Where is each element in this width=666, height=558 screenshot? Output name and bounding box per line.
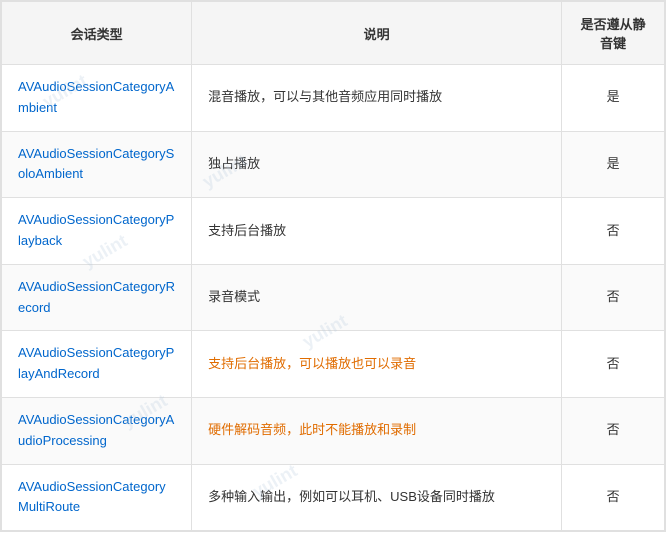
cell-mute: 否 xyxy=(562,264,665,331)
cell-mute: 是 xyxy=(562,65,665,132)
table-row: AVAudioSessionCategoryPlayback支持后台播放否 xyxy=(2,198,665,265)
cell-type: AVAudioSessionCategoryPlayAndRecord xyxy=(2,331,192,398)
table-row: AVAudioSessionCategoryAudioProcessing硬件解… xyxy=(2,397,665,464)
cell-description: 独占播放 xyxy=(192,131,562,198)
cell-type: AVAudioSessionCategorySoloAmbient xyxy=(2,131,192,198)
table-row: AVAudioSessionCategorySoloAmbient独占播放是 xyxy=(2,131,665,198)
cell-type: AVAudioSessionCategoryMultiRoute xyxy=(2,464,192,531)
cell-description: 支持后台播放 xyxy=(192,198,562,265)
cell-description: 支持后台播放，可以播放也可以录音 xyxy=(192,331,562,398)
table-header-row: 会话类型 说明 是否遵从静音键 xyxy=(2,2,665,65)
cell-description: 混音播放，可以与其他音频应用同时播放 xyxy=(192,65,562,132)
cell-description: 多种输入输出，例如可以耳机、USB设备同时播放 xyxy=(192,464,562,531)
cell-type: AVAudioSessionCategoryAmbient xyxy=(2,65,192,132)
table-row: AVAudioSessionCategoryMultiRoute多种输入输出，例… xyxy=(2,464,665,531)
cell-type: AVAudioSessionCategoryRecord xyxy=(2,264,192,331)
cell-type: AVAudioSessionCategoryAudioProcessing xyxy=(2,397,192,464)
table-row: AVAudioSessionCategoryRecord录音模式否 xyxy=(2,264,665,331)
cell-mute: 否 xyxy=(562,331,665,398)
table-row: AVAudioSessionCategoryAmbient混音播放，可以与其他音… xyxy=(2,65,665,132)
cell-mute: 否 xyxy=(562,397,665,464)
main-table-container: yulint yulint yulint yulint yulint yulin… xyxy=(0,0,666,532)
cell-mute: 否 xyxy=(562,464,665,531)
header-mute: 是否遵从静音键 xyxy=(562,2,665,65)
table-row: AVAudioSessionCategoryPlayAndRecord支持后台播… xyxy=(2,331,665,398)
cell-type: AVAudioSessionCategoryPlayback xyxy=(2,198,192,265)
data-table: 会话类型 说明 是否遵从静音键 AVAudioSessionCategoryAm… xyxy=(1,1,665,531)
header-type: 会话类型 xyxy=(2,2,192,65)
cell-description: 硬件解码音频，此时不能播放和录制 xyxy=(192,397,562,464)
cell-description: 录音模式 xyxy=(192,264,562,331)
cell-mute: 否 xyxy=(562,198,665,265)
header-description: 说明 xyxy=(192,2,562,65)
cell-mute: 是 xyxy=(562,131,665,198)
